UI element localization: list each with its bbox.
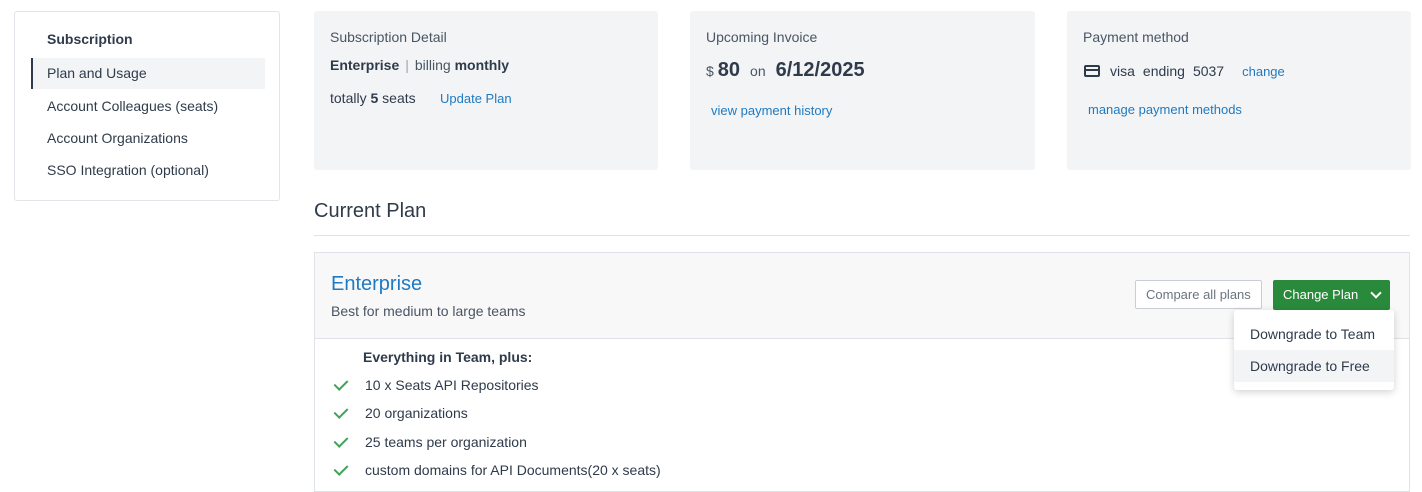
chevron-down-icon (1370, 287, 1382, 299)
current-plan-heading: Current Plan (314, 200, 427, 222)
payment-method-title: Payment method (1083, 29, 1189, 45)
check-icon (333, 460, 349, 476)
card-ending-label: ending (1142, 63, 1185, 79)
feature-item: 25 teams per organization (333, 432, 527, 452)
plan-billing-line: Enterprise | billing monthly (330, 57, 509, 73)
change-payment-link[interactable]: change (1242, 64, 1285, 79)
feature-item: 10 x Seats API Repositories (333, 375, 539, 395)
feature-text: 20 organizations (365, 405, 468, 421)
subscription-detail-title: Subscription Detail (330, 29, 447, 45)
check-icon (333, 375, 349, 391)
upcoming-invoice-card: Upcoming Invoice $80 on 6/12/2025 view pay… (690, 11, 1035, 170)
menu-item-downgrade-team[interactable]: Downgrade to Team (1234, 318, 1394, 350)
change-plan-label: Change Plan (1283, 287, 1359, 302)
payment-card-line: visa ending 5037 change (1084, 63, 1285, 79)
sidebar-item-account-organizations[interactable]: Account Organizations (31, 123, 265, 154)
sidebar-item-account-colleagues[interactable]: Account Colleagues (seats) (31, 91, 265, 122)
feature-text: 10 x Seats API Repositories (365, 377, 539, 393)
menu-item-downgrade-free[interactable]: Downgrade to Free (1234, 350, 1394, 382)
features-header: Everything in Team, plus: (363, 349, 533, 365)
credit-card-icon (1084, 65, 1100, 77)
invoice-date: 6/12/2025 (775, 59, 865, 81)
section-divider (314, 235, 1410, 236)
card-brand: visa (1110, 63, 1135, 79)
separator: | (405, 57, 409, 73)
seats-count: 5 (370, 90, 379, 106)
compare-all-plans-button[interactable]: Compare all plans (1135, 280, 1262, 309)
feature-item: custom domains for API Documents(20 x se… (333, 460, 661, 480)
feature-text: custom domains for API Documents(20 x se… (365, 462, 661, 478)
seats-suffix: seats (382, 90, 416, 106)
change-plan-menu: Downgrade to Team Downgrade to Free (1234, 310, 1394, 390)
view-payment-history-link[interactable]: view payment history (711, 103, 832, 118)
seats-line: totally 5 seats (330, 90, 416, 106)
current-plan-name: Enterprise (331, 273, 423, 295)
invoice-amount: 80 (717, 59, 741, 81)
subscription-detail-card: Subscription Detail Enterprise | billing m… (314, 11, 658, 170)
billing-label: billing (414, 57, 451, 73)
currency-symbol: $ (706, 63, 714, 79)
feature-item: 20 organizations (333, 403, 468, 423)
sidebar-title: Subscription (47, 31, 133, 47)
check-icon (333, 403, 349, 419)
billing-period: monthly (454, 57, 510, 73)
subscription-sidebar: Subscription Plan and Usage Account Coll… (14, 11, 280, 201)
card-last4: 5037 (1192, 63, 1225, 79)
plan-name: Enterprise (330, 57, 400, 73)
update-plan-link[interactable]: Update Plan (440, 91, 512, 106)
payment-method-card: Payment method visa ending 5037 change m… (1067, 11, 1411, 170)
check-icon (333, 432, 349, 448)
feature-text: 25 teams per organization (365, 434, 527, 450)
sidebar-item-plan-and-usage[interactable]: Plan and Usage (31, 58, 265, 89)
seats-prefix: totally (330, 90, 367, 106)
change-plan-button[interactable]: Change Plan (1273, 280, 1391, 310)
current-plan-description: Best for medium to large teams (331, 303, 526, 319)
manage-payment-methods-link[interactable]: manage payment methods (1088, 102, 1242, 117)
upcoming-invoice-title: Upcoming Invoice (706, 29, 818, 45)
invoice-amount-line: $80 on 6/12/2025 (706, 59, 865, 82)
sidebar-item-sso-integration[interactable]: SSO Integration (optional) (31, 155, 265, 186)
on-label: on (750, 63, 766, 79)
